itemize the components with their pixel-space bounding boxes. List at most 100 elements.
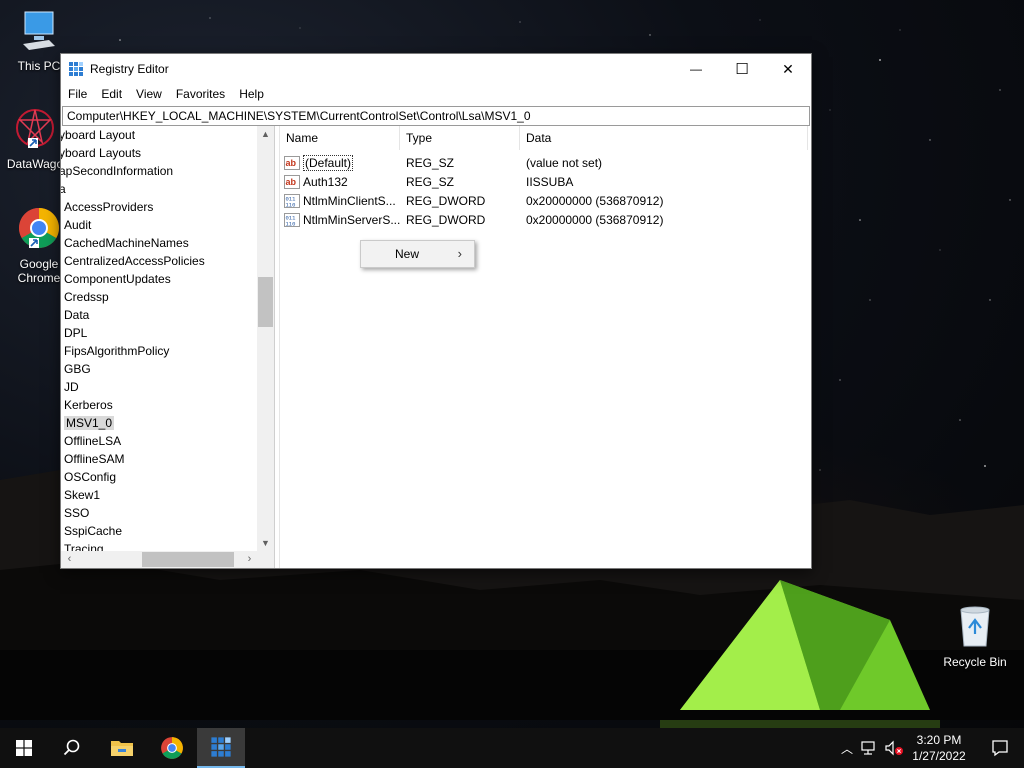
desktop-icon-recycle-bin[interactable]: Recycle Bin (940, 604, 1010, 669)
tree-item[interactable]: AccessProviders (61, 198, 257, 216)
datawago-icon (16, 109, 54, 148)
minimize-button[interactable]: — (673, 54, 719, 84)
binary-value-icon: 011110 (284, 212, 300, 227)
tree-item[interactable]: Skew1 (61, 486, 257, 504)
tree-item[interactable]: OSConfig (61, 468, 257, 486)
tree-item[interactable]: Data (61, 306, 257, 324)
menu-favorites[interactable]: Favorites (169, 87, 232, 101)
tree-item[interactable]: a (61, 180, 257, 198)
tree-item[interactable]: apSecondInformation (61, 162, 257, 180)
search-button[interactable] (48, 728, 96, 768)
tree-item-label: MSV1_0 (64, 416, 115, 430)
tree-item[interactable]: ComponentUpdates (61, 270, 257, 288)
tree-item[interactable]: CachedMachineNames (61, 234, 257, 252)
taskbar-registry-editor[interactable] (197, 728, 245, 768)
column-header-name[interactable]: Name (280, 126, 400, 150)
tree-horizontal-scroll-thumb[interactable] (142, 552, 234, 567)
scroll-right-icon[interactable]: › (241, 551, 258, 568)
value-data: 0x20000000 (536870912) (526, 212, 664, 227)
scroll-up-icon[interactable]: ▲ (257, 126, 274, 143)
tree-item[interactable]: SSO (61, 504, 257, 522)
action-center-button[interactable] (976, 728, 1024, 768)
value-name: (Default) (303, 154, 354, 171)
maximize-icon: ☐ (735, 61, 749, 78)
tree-item[interactable]: Audit (61, 216, 257, 234)
value-name-cell: ab (Default) (280, 154, 400, 171)
binary-value-icon: 011110 (284, 193, 300, 208)
value-row[interactable]: 011 110 NtlmMinClientS... REG_DWORD 0x200000… (280, 191, 811, 210)
title-bar[interactable]: Registry Editor — ☐ ✕ (61, 54, 811, 84)
tree-item-label: CentralizedAccessPolicies (64, 254, 205, 268)
column-header-data[interactable]: Data (520, 126, 808, 150)
value-name-cell: 011 110 NtlmMinClientS... (280, 193, 400, 208)
value-type: REG_SZ (406, 155, 455, 170)
tree-item[interactable]: MSV1_0 (61, 414, 257, 432)
tree-item-label: a (61, 182, 66, 196)
tree-item-label: yboard Layouts (61, 146, 142, 160)
value-data: (value not set) (526, 155, 603, 170)
tree-vertical-scrollbar[interactable]: ▲ ▼ (257, 126, 274, 552)
tree-item[interactable]: yboard Layouts (61, 144, 257, 162)
tree-item[interactable]: Kerberos (61, 396, 257, 414)
value-row[interactable]: 011 110 NtlmMinServerS... REG_DWORD 0x200000… (280, 210, 811, 229)
address-bar[interactable]: Computer\HKEY_LOCAL_MACHINE\SYSTEM\Curre… (62, 106, 810, 126)
chrome-icon (19, 208, 59, 248)
tree-item[interactable]: yboard Layout (61, 126, 257, 144)
scroll-down-icon[interactable]: ▼ (257, 535, 274, 552)
tree-item-label: apSecondInformation (61, 164, 174, 178)
value-row[interactable]: ab Auth132 REG_SZ IISSUBA (280, 172, 811, 191)
menu-help[interactable]: Help (232, 87, 271, 101)
tree-horizontal-scrollbar[interactable]: ‹ › (61, 551, 258, 568)
tree-item[interactable]: DPL (61, 324, 257, 342)
close-button[interactable]: ✕ (765, 54, 811, 84)
tree-vertical-scroll-thumb[interactable] (258, 277, 273, 327)
taskbar-clock[interactable]: 3:20 PM 1/27/2022 (906, 732, 972, 764)
taskbar-file-explorer[interactable] (98, 728, 146, 768)
column-header-type[interactable]: Type (400, 126, 520, 150)
tree-item[interactable]: Credssp (61, 288, 257, 306)
tree-item[interactable]: JD (61, 378, 257, 396)
value-name: NtlmMinServerS... (303, 212, 400, 227)
clock-time: 3:20 PM (916, 733, 962, 747)
tree-item[interactable]: FipsAlgorithmPolicy (61, 342, 257, 360)
tree-item[interactable]: GBG (61, 360, 257, 378)
network-icon[interactable] (860, 740, 878, 756)
chevron-right-icon: › (457, 246, 462, 261)
desktop-icon-label: Recycle Bin (943, 655, 1007, 669)
notification-icon (992, 740, 1008, 757)
value-row[interactable]: ab (Default) REG_SZ (value not set) (280, 153, 811, 172)
tree-item[interactable]: OfflineSAM (61, 450, 257, 468)
tray-overflow-chevron-icon[interactable]: ︿ (838, 740, 856, 757)
tree-item-label: FipsAlgorithmPolicy (64, 344, 170, 358)
tree-item[interactable]: CentralizedAccessPolicies (61, 252, 257, 270)
menu-view[interactable]: View (129, 87, 169, 101)
maximize-button[interactable]: ☐ (719, 54, 765, 84)
tree-item[interactable]: SspiCache (61, 522, 257, 540)
menu-bar: File Edit View Favorites Help (61, 84, 811, 104)
values-header: Name Type Data (280, 126, 811, 150)
panes: yboard Layout yboard Layouts apSecondInfor… (61, 126, 811, 568)
clock-date: 1/27/2022 (912, 749, 966, 763)
taskbar-chrome[interactable] (148, 728, 196, 768)
tree-item[interactable]: OfflineLSA (61, 432, 257, 450)
scroll-left-icon[interactable]: ‹ (61, 551, 78, 568)
volume-muted-icon[interactable] (884, 740, 904, 756)
values-pane[interactable]: Name Type Data ab (Default) REG_SZ (value n… (279, 126, 811, 568)
values-list: ab (Default) REG_SZ (value not set) ab Auth13… (280, 150, 811, 229)
tree-item-label: Skew1 (64, 488, 101, 502)
start-button[interactable] (0, 728, 48, 768)
tree-item-label: DPL (64, 326, 88, 340)
menu-edit[interactable]: Edit (94, 87, 129, 101)
key-tree-pane: yboard Layout yboard Layouts apSecondInfor… (61, 126, 275, 568)
address-path: Computer\HKEY_LOCAL_MACHINE\SYSTEM\Curre… (67, 109, 531, 123)
context-menu-new[interactable]: New (395, 247, 419, 261)
value-data: 0x20000000 (536870912) (526, 193, 664, 208)
value-name: Auth132 (303, 174, 348, 189)
menu-file[interactable]: File (61, 87, 94, 101)
value-name-cell: 011 110 NtlmMinServerS... (280, 212, 400, 227)
tree-item-label: SspiCache (64, 524, 123, 538)
string-value-icon: ab (284, 155, 300, 170)
folder-icon (111, 741, 133, 756)
scrollbar-corner (257, 551, 274, 568)
tree-item-label: OSConfig (64, 470, 117, 484)
